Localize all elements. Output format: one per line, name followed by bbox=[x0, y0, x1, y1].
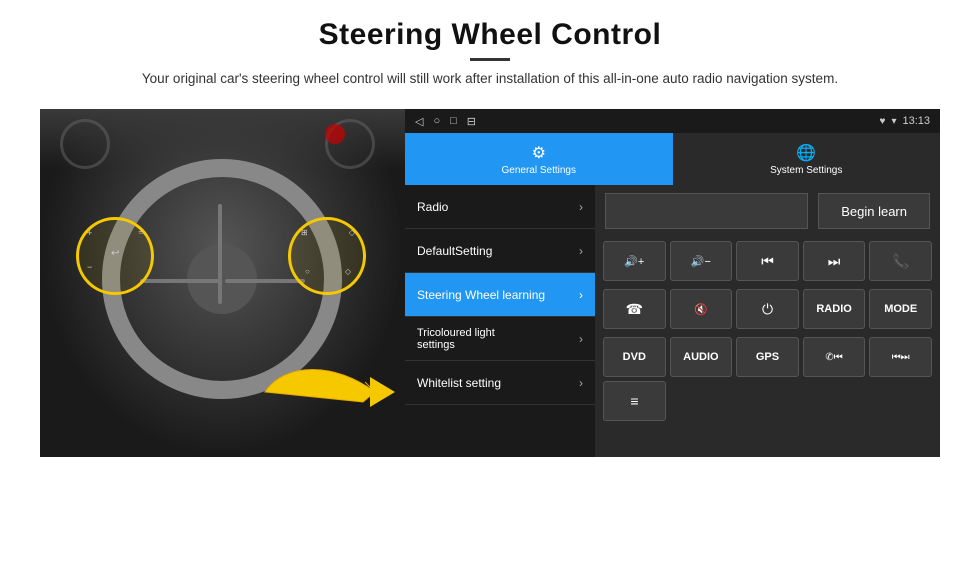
controls-row-4: ≡ bbox=[595, 381, 940, 425]
audio-label: AUDIO bbox=[683, 351, 718, 363]
content-row: + ≈ − ↩ ⊞ ◇ ○ ◇ bbox=[40, 109, 940, 457]
prev-track-icon: ⏮ bbox=[761, 253, 774, 270]
menu-radio-label: Radio bbox=[417, 200, 448, 214]
status-bar: ◁ ○ □ ⊟ ♥ ▾ 13:13 bbox=[405, 109, 940, 133]
menu-item-whitelist[interactable]: Whitelist setting › bbox=[405, 361, 595, 405]
phone-icon: 📞 bbox=[892, 253, 909, 270]
radio-label: RADIO bbox=[816, 303, 851, 315]
begin-learn-button[interactable]: Begin learn bbox=[818, 193, 930, 229]
skip-button[interactable]: ⏮⏭ bbox=[869, 337, 932, 377]
chevron-right-icon: › bbox=[579, 332, 583, 346]
chevron-right-icon: › bbox=[579, 288, 583, 302]
back-icon[interactable]: ◁ bbox=[415, 115, 423, 128]
tab-general-label: General Settings bbox=[502, 165, 577, 176]
controls-row-3: DVD AUDIO GPS ✆⏮ ⏮⏭ bbox=[595, 333, 940, 381]
menu-steering-label: Steering Wheel learning bbox=[417, 288, 545, 302]
call-button[interactable]: 📞 bbox=[869, 241, 932, 281]
left-menu: Radio › DefaultSetting › Steering Wheel … bbox=[405, 185, 595, 457]
page-container: Steering Wheel Control Your original car… bbox=[0, 0, 980, 564]
highlight-circle-right: ⊞ ◇ ○ ◇ bbox=[288, 217, 366, 295]
page-title: Steering Wheel Control bbox=[142, 18, 838, 52]
controls-row-2: ☎ 🔇 ⏻ RADIO MODE bbox=[595, 285, 940, 333]
right-panel: Begin learn 🔊+ 🔊− ⏮ bbox=[595, 185, 940, 457]
vol-up-icon: 🔊+ bbox=[624, 255, 644, 268]
list-icon: ≡ bbox=[630, 393, 638, 409]
menu-item-steering-wheel[interactable]: Steering Wheel learning › bbox=[405, 273, 595, 317]
dvd-label: DVD bbox=[623, 351, 646, 363]
location-icon: ♥ bbox=[880, 116, 886, 127]
mute-icon: 🔇 bbox=[694, 303, 708, 316]
chevron-right-icon: › bbox=[579, 200, 583, 214]
gps-button[interactable]: GPS bbox=[736, 337, 799, 377]
vol-down-button[interactable]: 🔊− bbox=[670, 241, 733, 281]
home-icon[interactable]: ○ bbox=[433, 115, 440, 127]
main-content: Radio › DefaultSetting › Steering Wheel … bbox=[405, 185, 940, 457]
mode-label: MODE bbox=[884, 303, 917, 315]
recents-icon[interactable]: □ bbox=[450, 115, 457, 127]
android-screen: ◁ ○ □ ⊟ ♥ ▾ 13:13 ⚙ General Settings bbox=[405, 109, 940, 457]
hangup-button[interactable]: ☎ bbox=[603, 289, 666, 329]
clock: 13:13 bbox=[902, 115, 930, 127]
menu-icon[interactable]: ⊟ bbox=[467, 115, 476, 128]
subtitle: Your original car's steering wheel contr… bbox=[142, 69, 838, 89]
list-button[interactable]: ≡ bbox=[603, 381, 666, 421]
audio-button[interactable]: AUDIO bbox=[670, 337, 733, 377]
power-button[interactable]: ⏻ bbox=[736, 289, 799, 329]
menu-item-radio[interactable]: Radio › bbox=[405, 185, 595, 229]
tab-general-settings[interactable]: ⚙ General Settings bbox=[405, 133, 673, 185]
phone-prev-button[interactable]: ✆⏮ bbox=[803, 337, 866, 377]
next-track-button[interactable]: ⏭ bbox=[803, 241, 866, 281]
skip-icon: ⏮⏭ bbox=[892, 352, 910, 363]
title-section: Steering Wheel Control Your original car… bbox=[142, 18, 838, 101]
menu-item-default-setting[interactable]: DefaultSetting › bbox=[405, 229, 595, 273]
tab-system-settings[interactable]: 🌐 System Settings bbox=[673, 133, 941, 185]
next-track-icon: ⏭ bbox=[828, 253, 841, 270]
prev-track-button[interactable]: ⏮ bbox=[736, 241, 799, 281]
steering-wheel-image: + ≈ − ↩ ⊞ ◇ ○ ◇ bbox=[40, 109, 405, 457]
highlight-circle-left: + ≈ − ↩ bbox=[76, 217, 154, 295]
controls-row-1: 🔊+ 🔊− ⏮ ⏭ 📞 bbox=[595, 237, 940, 285]
tab-bar: ⚙ General Settings 🌐 System Settings bbox=[405, 133, 940, 185]
chevron-right-icon: › bbox=[579, 376, 583, 390]
power-icon: ⏻ bbox=[762, 301, 773, 318]
empty-input-box bbox=[605, 193, 808, 229]
menu-whitelist-label: Whitelist setting bbox=[417, 376, 501, 390]
menu-item-tricoloured[interactable]: Tricoloured lightsettings › bbox=[405, 317, 595, 361]
tab-system-label: System Settings bbox=[770, 165, 842, 176]
status-right: ♥ ▾ 13:13 bbox=[880, 115, 931, 127]
top-row: Begin learn bbox=[595, 185, 940, 237]
arrow bbox=[255, 352, 395, 437]
menu-tricoloured-label: Tricoloured lightsettings bbox=[417, 327, 495, 351]
gps-label: GPS bbox=[756, 351, 779, 363]
mute-button[interactable]: 🔇 bbox=[670, 289, 733, 329]
dvd-button[interactable]: DVD bbox=[603, 337, 666, 377]
nav-icons: ◁ ○ □ ⊟ bbox=[415, 115, 476, 128]
signal-icon: ▾ bbox=[891, 116, 896, 127]
mode-button[interactable]: MODE bbox=[869, 289, 932, 329]
phone-prev-icon: ✆⏮ bbox=[825, 352, 842, 363]
gear-icon: ⚙ bbox=[532, 143, 546, 163]
globe-icon: 🌐 bbox=[796, 143, 816, 163]
hangup-icon: ☎ bbox=[626, 301, 643, 318]
radio-button[interactable]: RADIO bbox=[803, 289, 866, 329]
menu-default-label: DefaultSetting bbox=[417, 244, 492, 258]
chevron-right-icon: › bbox=[579, 244, 583, 258]
title-divider bbox=[470, 58, 510, 61]
vol-up-button[interactable]: 🔊+ bbox=[603, 241, 666, 281]
vol-down-icon: 🔊− bbox=[691, 255, 711, 268]
